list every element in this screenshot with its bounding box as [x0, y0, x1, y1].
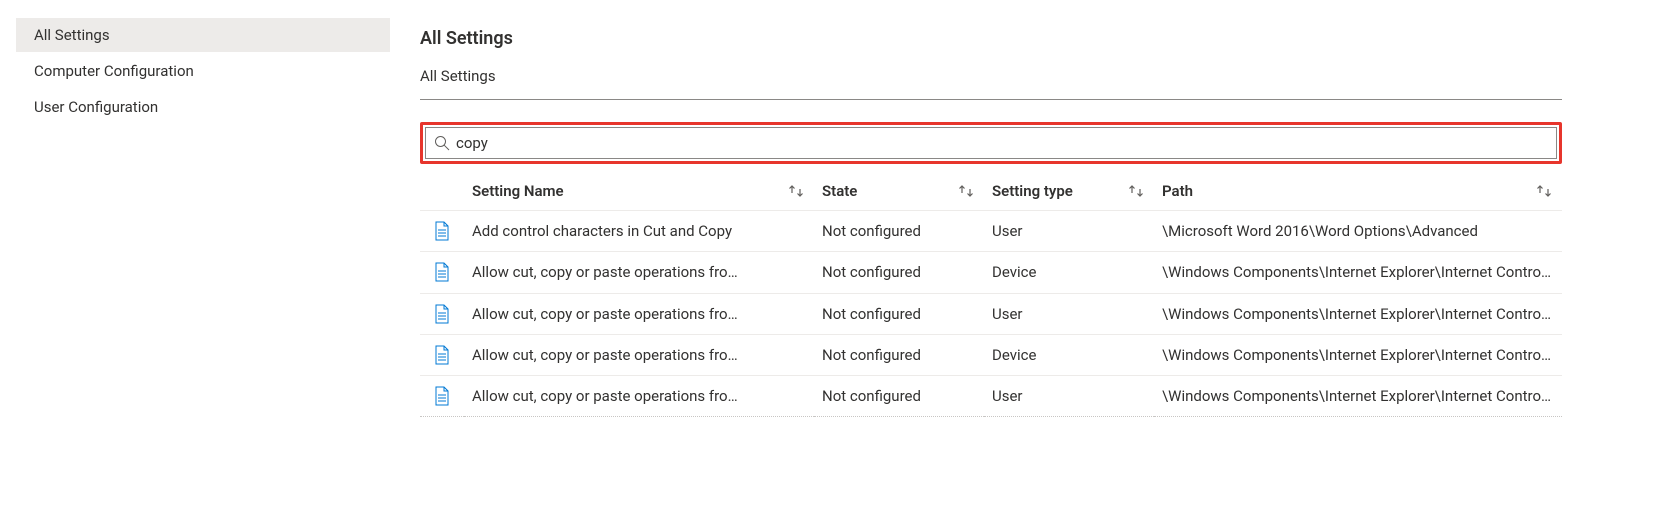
- path-cell: \Windows Components\Internet Explorer\In…: [1154, 252, 1562, 293]
- table-row[interactable]: Allow cut, copy or paste operations fro……: [420, 334, 1562, 375]
- column-header-setting-type[interactable]: Setting type: [984, 174, 1154, 211]
- path-cell: \Windows Components\Internet Explorer\In…: [1154, 334, 1562, 375]
- setting-type-cell: User: [984, 293, 1154, 334]
- row-icon-cell: [420, 376, 464, 417]
- document-icon: [434, 304, 450, 324]
- sidebar: All Settings Computer Configuration User…: [0, 0, 390, 505]
- sidebar-item-all-settings[interactable]: All Settings: [16, 18, 390, 52]
- state-cell: Not configured: [814, 376, 984, 417]
- table-row[interactable]: Allow cut, copy or paste operations fro……: [420, 293, 1562, 334]
- table-row[interactable]: Add control characters in Cut and CopyNo…: [420, 211, 1562, 252]
- sort-icon[interactable]: [786, 184, 806, 198]
- sidebar-item-label: Computer Configuration: [34, 62, 194, 80]
- column-header-icon: [420, 174, 464, 211]
- search-input[interactable]: [456, 134, 1548, 152]
- table-row[interactable]: Allow cut, copy or paste operations fro……: [420, 376, 1562, 417]
- document-icon: [434, 345, 450, 365]
- sort-icon[interactable]: [1126, 184, 1146, 198]
- column-header-label: Setting Name: [472, 182, 564, 200]
- setting-name-cell: Allow cut, copy or paste operations fro…: [464, 252, 814, 293]
- setting-type-cell: User: [984, 376, 1154, 417]
- divider: [420, 99, 1562, 100]
- document-icon: [434, 386, 450, 406]
- table-row[interactable]: Allow cut, copy or paste operations fro……: [420, 252, 1562, 293]
- column-header-label: Path: [1162, 182, 1193, 200]
- sort-icon[interactable]: [956, 184, 976, 198]
- setting-type-cell: Device: [984, 252, 1154, 293]
- sidebar-item-label: All Settings: [34, 26, 110, 44]
- sort-icon[interactable]: [1534, 184, 1554, 198]
- path-cell: \Microsoft Word 2016\Word Options\Advanc…: [1154, 211, 1562, 252]
- column-header-label: State: [822, 182, 857, 200]
- row-icon-cell: [420, 252, 464, 293]
- document-icon: [434, 262, 450, 282]
- row-icon-cell: [420, 334, 464, 375]
- sidebar-item-label: User Configuration: [34, 98, 158, 116]
- search-highlight: [420, 122, 1562, 164]
- sidebar-item-user-configuration[interactable]: User Configuration: [16, 90, 390, 124]
- column-header-setting-name[interactable]: Setting Name: [464, 174, 814, 211]
- column-header-state[interactable]: State: [814, 174, 984, 211]
- state-cell: Not configured: [814, 252, 984, 293]
- search-icon: [434, 135, 450, 151]
- setting-name-cell: Allow cut, copy or paste operations fro…: [464, 376, 814, 417]
- search-box[interactable]: [425, 127, 1557, 159]
- row-icon-cell: [420, 293, 464, 334]
- sidebar-item-computer-configuration[interactable]: Computer Configuration: [16, 54, 390, 88]
- path-cell: \Windows Components\Internet Explorer\In…: [1154, 376, 1562, 417]
- document-icon: [434, 221, 450, 241]
- settings-table: Setting Name State: [420, 174, 1562, 417]
- state-cell: Not configured: [814, 334, 984, 375]
- state-cell: Not configured: [814, 211, 984, 252]
- breadcrumb: All Settings: [420, 67, 1562, 85]
- setting-name-cell: Allow cut, copy or paste operations fro…: [464, 334, 814, 375]
- setting-type-cell: User: [984, 211, 1154, 252]
- setting-name-cell: Add control characters in Cut and Copy: [464, 211, 814, 252]
- column-header-label: Setting type: [992, 182, 1073, 200]
- table-header-row: Setting Name State: [420, 174, 1562, 211]
- column-header-path[interactable]: Path: [1154, 174, 1562, 211]
- page-title: All Settings: [420, 28, 1562, 49]
- setting-type-cell: Device: [984, 334, 1154, 375]
- setting-name-cell: Allow cut, copy or paste operations fro…: [464, 293, 814, 334]
- main-content: All Settings All Settings: [390, 0, 1672, 505]
- path-cell: \Windows Components\Internet Explorer\In…: [1154, 293, 1562, 334]
- state-cell: Not configured: [814, 293, 984, 334]
- row-icon-cell: [420, 211, 464, 252]
